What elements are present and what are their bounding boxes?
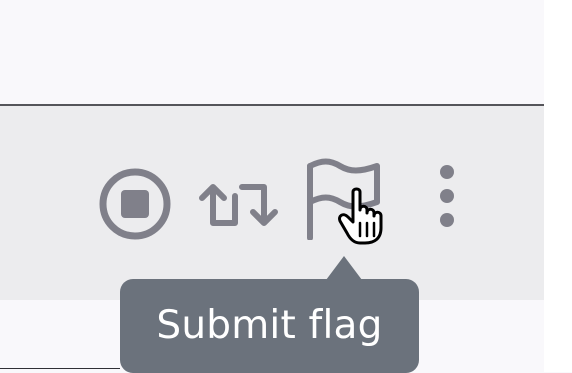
tooltip-arrow — [326, 256, 362, 280]
more-vertical-icon — [440, 165, 454, 227]
more-options-button[interactable] — [432, 162, 462, 232]
submit-flag-button[interactable] — [302, 158, 384, 241]
toolbar — [0, 104, 544, 300]
swap-arrows-icon — [199, 184, 278, 226]
submit-flag-tooltip: Submit flag — [120, 279, 419, 373]
flag-icon — [307, 158, 380, 241]
swap-button[interactable] — [199, 174, 279, 234]
stop-button[interactable] — [97, 166, 173, 242]
stop-circle-icon — [99, 168, 171, 240]
right-frame — [544, 0, 572, 372]
bottom-divider — [0, 368, 120, 369]
